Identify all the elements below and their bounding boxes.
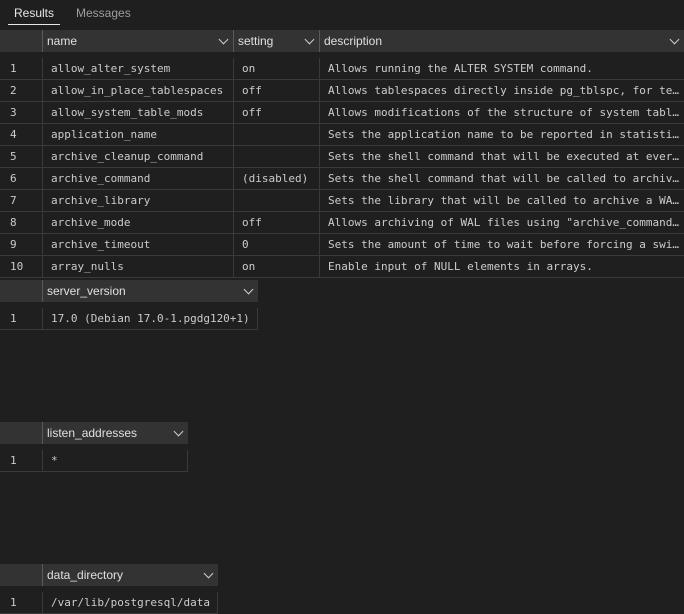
cell-name[interactable]: archive_timeout (42, 234, 233, 256)
table-row[interactable]: 2 allow_in_place_tablespaces off Allows tab… (0, 80, 684, 102)
table-row[interactable]: 4 application_name Sets the application na… (0, 124, 684, 146)
table-row[interactable]: 6 archive_command (disabled) Sets the shell… (0, 168, 684, 190)
chevron-down-icon[interactable] (669, 34, 680, 45)
table-row[interactable]: 3 allow_system_table_mods off Allows modifi… (0, 102, 684, 124)
column-header-label: name (47, 34, 78, 48)
cell-setting[interactable] (233, 190, 319, 212)
row-number: 4 (0, 124, 42, 146)
column-header-data-directory[interactable]: data_directory (42, 564, 218, 586)
cell-setting[interactable]: off (233, 212, 319, 234)
row-number: 1 (0, 308, 42, 330)
cell-setting[interactable]: on (233, 256, 319, 278)
cell-name[interactable]: allow_alter_system (42, 58, 233, 80)
row-number-header (0, 422, 42, 444)
cell-name[interactable]: array_nulls (42, 256, 233, 278)
cell-setting[interactable] (233, 124, 319, 146)
row-number: 1 (0, 58, 42, 80)
chevron-down-icon[interactable] (304, 34, 315, 45)
cell-description[interactable]: Allows archiving of WAL files using "arc… (319, 212, 684, 234)
cell-name[interactable]: archive_mode (42, 212, 233, 234)
cell-description[interactable]: Enable input of NULL elements in arrays. (319, 256, 684, 278)
listen-addresses-header-row: listen_addresses (0, 422, 188, 444)
tab-results[interactable]: Results (14, 6, 54, 20)
chevron-down-icon[interactable] (243, 284, 254, 295)
cell-setting[interactable]: 0 (233, 234, 319, 256)
cell-setting[interactable]: (disabled) (233, 168, 319, 190)
table-cell[interactable]: 17.0 (Debian 17.0-1.pgdg120+1) (42, 308, 258, 330)
row-number: 3 (0, 102, 42, 124)
server-version-header-row: server_version (0, 280, 258, 302)
chevron-down-icon[interactable] (203, 568, 214, 579)
column-header-listen-addresses[interactable]: listen_addresses (42, 422, 188, 444)
cell-description[interactable]: Allows tablespaces directly inside pg_tb… (319, 80, 684, 102)
active-tab-indicator (8, 24, 60, 25)
row-number: 5 (0, 146, 42, 168)
cell-name[interactable]: allow_in_place_tablespaces (42, 80, 233, 102)
row-number-header (0, 280, 42, 302)
chevron-down-icon[interactable] (218, 34, 229, 45)
column-header-label: data_directory (47, 568, 124, 582)
row-number: 9 (0, 234, 42, 256)
cell-description[interactable]: Sets the amount of time to wait before f… (319, 234, 684, 256)
column-header-description[interactable]: description (319, 30, 684, 52)
cell-name[interactable]: allow_system_table_mods (42, 102, 233, 124)
cell-setting[interactable]: on (233, 58, 319, 80)
chevron-down-icon[interactable] (173, 426, 184, 437)
table-row[interactable]: 1 * (0, 450, 188, 472)
column-header-label: server_version (47, 284, 126, 298)
row-number: 10 (0, 256, 42, 278)
cell-setting[interactable]: off (233, 102, 319, 124)
table-row[interactable]: 8 archive_mode off Allows archiving of WAL … (0, 212, 684, 234)
column-header-label: setting (238, 34, 274, 48)
table-cell[interactable]: * (42, 450, 188, 472)
table-row[interactable]: 10 array_nulls on Enable input of NULL elem… (0, 256, 684, 278)
settings-header-row: name setting description (0, 30, 684, 52)
column-header-label: description (324, 34, 383, 48)
cell-description[interactable]: Sets the shell command that will be exec… (319, 146, 684, 168)
cell-name[interactable]: application_name (42, 124, 233, 146)
row-number: 1 (0, 450, 42, 472)
table-row[interactable]: 5 archive_cleanup_command Sets the shell c… (0, 146, 684, 168)
cell-description[interactable]: Allows running the ALTER SYSTEM command. (319, 58, 684, 80)
row-number-header (0, 564, 42, 586)
column-header-name[interactable]: name (42, 30, 233, 52)
cell-name[interactable]: archive_cleanup_command (42, 146, 233, 168)
row-number: 6 (0, 168, 42, 190)
column-header-server-version[interactable]: server_version (42, 280, 258, 302)
cell-name[interactable]: archive_library (42, 190, 233, 212)
cell-description[interactable]: Allows modifications of the structure of… (319, 102, 684, 124)
row-number-header (0, 30, 42, 52)
table-row[interactable]: 1 17.0 (Debian 17.0-1.pgdg120+1) (0, 308, 258, 330)
table-row[interactable]: 9 archive_timeout 0 Sets the amount of time… (0, 234, 684, 256)
cell-name[interactable]: archive_command (42, 168, 233, 190)
table-row[interactable]: 1 allow_alter_system on Allows running the … (0, 58, 684, 80)
tab-messages[interactable]: Messages (76, 6, 131, 20)
cell-setting[interactable] (233, 146, 319, 168)
row-number: 2 (0, 80, 42, 102)
data-directory-header-row: data_directory (0, 564, 218, 586)
cell-setting[interactable]: off (233, 80, 319, 102)
row-number: 8 (0, 212, 42, 234)
cell-description[interactable]: Sets the library that will be called to … (319, 190, 684, 212)
table-row[interactable]: 7 archive_library Sets the library that wi… (0, 190, 684, 212)
row-number: 7 (0, 190, 42, 212)
column-header-label: listen_addresses (47, 426, 138, 440)
cell-description[interactable]: Sets the shell command that will be call… (319, 168, 684, 190)
results-tabbar: Results Messages (0, 0, 684, 28)
column-header-setting[interactable]: setting (233, 30, 319, 52)
cell-description[interactable]: Sets the application name to be reported… (319, 124, 684, 146)
